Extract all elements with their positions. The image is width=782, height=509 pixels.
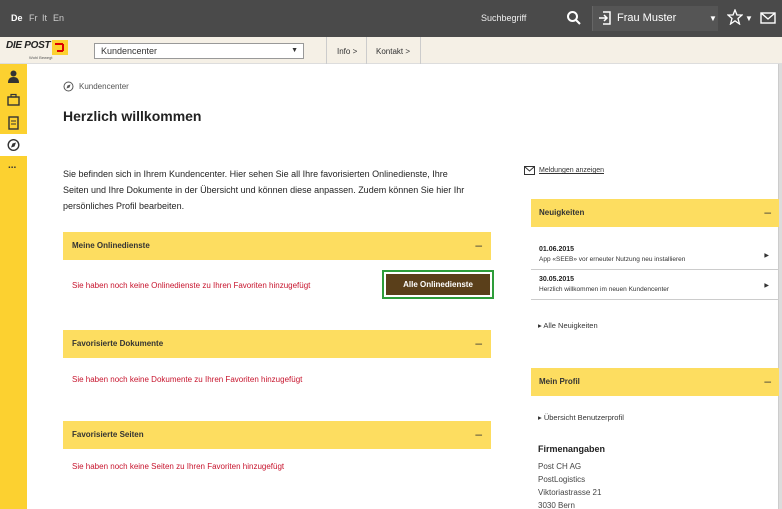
star-icon[interactable] <box>727 9 743 25</box>
sidebar: ... <box>0 64 27 509</box>
messages-link[interactable]: Meldungen anzeigen <box>539 167 604 174</box>
news-date: 01.06.2015 <box>539 246 575 253</box>
more-icon: ... <box>8 160 17 171</box>
breadcrumb[interactable]: Kundencenter <box>79 82 129 91</box>
profile-panel-header[interactable]: Mein Profil – <box>531 368 779 396</box>
all-services-button-focus: Alle Onlinedienste <box>382 270 494 299</box>
collapse-icon[interactable]: – <box>475 336 482 350</box>
news-panel-title: Neuigkeiten <box>539 208 585 217</box>
news-title: Herzlich willkommen im neuen Kundencente… <box>539 286 670 293</box>
login-icon <box>599 11 611 25</box>
lang-fr[interactable]: Fr <box>29 13 38 23</box>
panel-dokumente-header[interactable]: Favorisierte Dokumente – <box>63 330 491 358</box>
top-bar: De Fr It En Suchbegriff eingeben Frau Mu… <box>0 0 782 46</box>
portal-select[interactable]: Kundencenter ▼ <box>94 43 304 59</box>
intro-text: Sie befinden sich in Ihrem Kundencenter.… <box>63 169 465 211</box>
sidebar-item-person[interactable] <box>0 66 27 88</box>
envelope-icon <box>524 166 535 175</box>
all-services-button[interactable]: Alle Onlinedienste <box>386 274 490 295</box>
person-icon <box>8 70 19 83</box>
collapse-icon[interactable]: – <box>764 205 771 219</box>
collapse-icon[interactable]: – <box>475 427 482 441</box>
nav-kontakt[interactable]: Kontakt > <box>376 47 410 56</box>
news-date: 30.05.2015 <box>539 276 575 283</box>
lang-de[interactable]: De <box>11 13 23 23</box>
sidebar-item-briefcase[interactable] <box>0 89 27 111</box>
empty-onlinedienste-text: Sie haben noch keine Onlinedienste zu Ih… <box>72 281 311 290</box>
company-line: PostLogistics <box>538 475 586 484</box>
company-title: Firmenangaben <box>538 444 606 454</box>
chevron-right-icon: ▶ <box>764 283 769 289</box>
lang-it[interactable]: It <box>42 13 47 23</box>
user-caret-icon[interactable]: ▼ <box>709 14 717 23</box>
panel-title: Meine Onlinedienste <box>72 241 150 250</box>
main-content: Kundencenter Herzlich willkommen Sie bef… <box>27 64 779 509</box>
header-bar: DIE POST Wohl Bewegt Kundencenter ▼ Info… <box>0 37 782 64</box>
news-panel-header[interactable]: Neuigkeiten – <box>531 199 779 227</box>
lang-en[interactable]: En <box>53 13 64 23</box>
news-item[interactable]: 01.06.2015 App «SEEB» vor erneuter Nutzu… <box>531 242 779 270</box>
news-item[interactable]: 30.05.2015 Herzlich willkommen im neuen … <box>531 272 779 300</box>
logo-tagline: Wohl Bewegt <box>29 55 53 60</box>
chevron-down-icon: ▼ <box>291 47 298 54</box>
nav-info[interactable]: Info > <box>337 47 357 56</box>
news-title: App «SEEB» vor erneuter Nutzung neu inst… <box>539 256 686 263</box>
post-logo[interactable]: DIE POST Wohl Bewegt <box>6 40 70 62</box>
profile-overview-link[interactable]: ▸ Übersicht Benutzerprofil <box>538 413 624 422</box>
document-icon <box>8 116 19 130</box>
collapse-icon[interactable]: – <box>475 238 482 252</box>
all-news-link[interactable]: ▸ Alle Neuigkeiten <box>538 321 598 330</box>
panel-seiten-header[interactable]: Favorisierte Seiten – <box>63 421 491 449</box>
profile-panel-title: Mein Profil <box>539 377 580 386</box>
nav-divider <box>326 37 327 64</box>
star-caret-icon[interactable]: ▼ <box>745 14 753 23</box>
portal-select-value: Kundencenter <box>101 46 158 56</box>
briefcase-icon <box>7 93 20 106</box>
user-menu[interactable]: Frau Muster <box>592 6 718 31</box>
post-horn-icon <box>52 40 68 55</box>
company-line: Post CH AG <box>538 462 582 471</box>
search-input[interactable]: Suchbegriff eingeben <box>477 7 562 46</box>
sidebar-item-more[interactable]: ... <box>0 158 27 180</box>
sidebar-item-kundencenter[interactable] <box>0 134 27 156</box>
panel-onlinedienste-header[interactable]: Meine Onlinedienste – <box>63 232 491 260</box>
user-name: Frau Muster <box>617 12 677 24</box>
panel-title: Favorisierte Dokumente <box>72 339 164 348</box>
nav-divider <box>366 37 367 64</box>
nav-divider <box>420 37 421 64</box>
sidebar-item-documents[interactable] <box>0 112 27 134</box>
search-icon[interactable] <box>566 10 582 26</box>
mail-icon[interactable] <box>760 11 776 25</box>
page-title: Herzlich willkommen <box>63 108 202 124</box>
collapse-icon[interactable]: – <box>764 374 771 388</box>
company-line: Viktoriastrasse 21 <box>538 488 602 497</box>
compass-icon <box>7 138 20 152</box>
panel-title: Favorisierte Seiten <box>72 430 144 439</box>
chevron-right-icon: ▶ <box>764 253 769 259</box>
logo-text: DIE POST <box>6 40 51 51</box>
company-line: 3030 Bern <box>538 501 575 509</box>
empty-seiten-text: Sie haben noch keine Seiten zu Ihren Fav… <box>72 462 285 471</box>
compass-icon <box>63 81 74 92</box>
empty-dokumente-text: Sie haben noch keine Dokumente zu Ihren … <box>72 375 303 384</box>
